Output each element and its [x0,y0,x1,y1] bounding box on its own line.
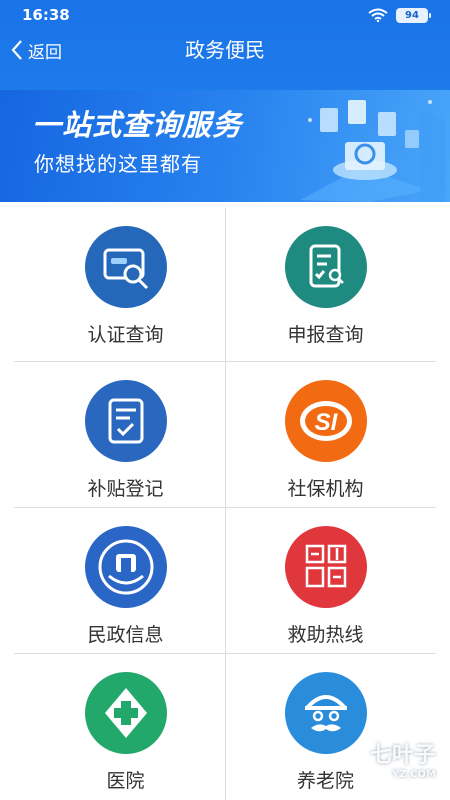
service-item-subsidy-registration[interactable]: 补贴登记 [20,380,231,501]
grid-divider [14,653,436,654]
service-label: 申报查询 [287,324,364,346]
civil-affairs-emblem-icon [84,526,167,608]
page-title: 政务便民 [185,38,265,62]
battery-indicator: 94 [396,8,431,23]
service-item-certification-query[interactable]: 认证查询 [20,226,231,347]
status-time: 16:38 [22,6,70,24]
service-item-civil-affairs-info[interactable]: 民政信息 [20,526,231,647]
grid-divider [14,361,436,362]
banner: 一站式查询服务 你想找的这里都有 [0,90,450,202]
watermark-logo: 七叶子 YZ.COM [370,737,436,780]
service-label: 补贴登记 [87,478,164,500]
banner-title: 一站式查询服务 [32,108,243,142]
service-item-declaration-query[interactable]: 申报查询 [220,226,431,347]
service-label: 认证查询 [87,324,164,346]
service-item-relief-hotline[interactable]: 救助热线 [220,526,431,647]
document-search-icon [284,226,367,308]
watermark-text: 七叶子 [369,743,436,768]
service-label: 民政信息 [87,624,164,646]
service-label: 社保机构 [287,478,364,500]
grid-divider [14,507,436,508]
civil-affairs-seal-icon [284,526,367,608]
service-label: 医院 [106,770,145,792]
service-item-hospital[interactable]: 医院 [20,672,231,793]
medical-cross-icon [84,672,167,754]
svg-text:SI: SI [314,409,338,436]
status-bar: 16:38 94 [0,0,450,30]
header-bar: 16:38 94 返回 政务便民 [0,0,450,90]
service-label: 救助热线 [287,624,364,646]
banner-subtitle: 你想找的这里都有 [34,152,202,176]
wifi-icon [368,8,388,22]
id-card-search-icon [84,226,167,308]
banner-illustration [300,100,445,202]
elderly-face-icon [284,672,367,754]
social-security-logo-icon: SI [284,380,367,462]
service-item-social-security-agency[interactable]: SI 社保机构 [220,380,431,501]
watermark-sub: YZ.COM [391,769,436,780]
form-check-icon [84,380,167,462]
